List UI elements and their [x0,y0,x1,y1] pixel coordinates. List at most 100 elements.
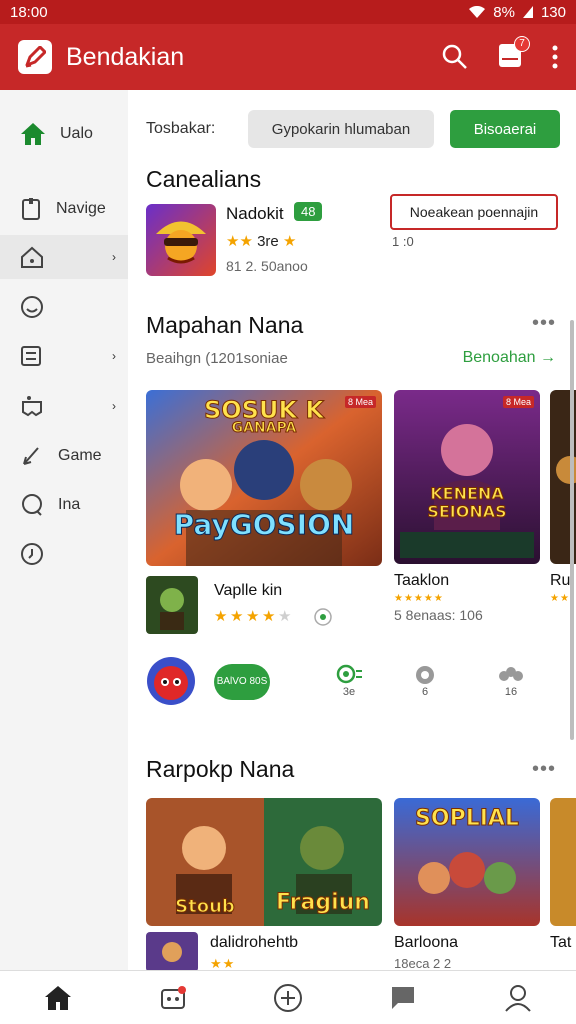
more-vert-icon[interactable] [552,45,558,69]
sidebar-item-game[interactable]: Game [0,434,128,478]
game-card[interactable]: SOPLIAL [394,798,540,926]
game-name[interactable]: dalidrohehtb [210,934,298,952]
install-pill-button[interactable]: BAlVO 80S [214,664,270,700]
game-card-partial[interactable] [550,798,576,926]
card-art-subtitle: SEIONAS [427,502,507,522]
icon-stat-label: 3e [342,686,356,698]
filter-input[interactable]: Gypokarin hlumaban [248,110,434,148]
nav-home[interactable] [28,973,88,1023]
bookmark-icon [22,198,40,220]
status-time: 18:00 [10,3,48,21]
card-art-subtitle: GANAPA [231,420,297,437]
filter-button[interactable]: Bisoaerai [450,110,560,148]
card-art-title: Stoub [175,896,236,918]
sidebar-item-label: Ina [58,496,81,513]
wifi-icon [469,6,486,18]
game-name[interactable]: Vaplle kin [214,582,282,600]
featured-rating-text: 3re [257,233,279,250]
sidebar-item-house[interactable]: › [0,235,128,279]
card-art-title: SOPLIAL [415,806,520,832]
gamepad-icon [22,396,42,417]
main-content: Tosbakar: Gypokarin hlumaban Bisoaerai C… [128,90,576,970]
featured-rating: ★★ 3re ★ [226,232,296,250]
game-meta: 18eca 2 2 [394,956,452,970]
game-card[interactable]: Stoub Fragiun [146,798,382,926]
sidebar-item-gamepad[interactable]: › [0,384,128,428]
card-corner-label: 8 Mea [344,396,376,408]
smile-icon [21,296,43,318]
sidebar-item-label: Navige [56,200,106,217]
more-horiz-icon[interactable]: ••• [532,758,556,781]
more-horiz-icon[interactable]: ••• [532,312,556,335]
app-bar: Bendakian 7 [0,24,576,90]
nav-chat[interactable] [373,973,433,1023]
see-all-label: Benoahan [462,349,536,366]
game-card[interactable]: SOSUK K GANAPA PayGOSION 8 Mea [146,390,382,566]
sidebar: Ualo Navige › › › Game Ina [0,90,128,970]
star-icon: ★ [282,233,297,250]
pen-icon [23,447,39,465]
filter-row: Tosbakar: Gypokarin hlumaban Bisoaerai [146,110,560,148]
game-card[interactable]: KENENA SEIONAS 8 Mea [394,390,540,564]
star-icon: ★ [246,608,259,624]
section-subtitle: Beaihgn (1201soniae [146,350,288,367]
featured-game-tag: 48 [294,202,323,221]
star-rating: ★★★★★ [214,608,291,624]
star-icon: ★ [278,608,291,624]
chevron-right-icon: › [112,399,116,413]
settings-icon[interactable] [414,664,436,686]
sidebar-item-label: Ualo [60,125,93,142]
battery-text: 8% [493,3,515,21]
featured-game-name[interactable]: Nadokit [226,204,284,224]
game-thumbnail[interactable] [146,932,198,970]
section-title: Rarpokp Nana [146,756,295,782]
nav-profile[interactable] [488,973,548,1023]
card-art-title: KENENA [430,484,504,504]
house-outline-icon [21,246,43,268]
game-name[interactable]: Barloona [394,934,458,952]
app-logo-icon[interactable] [18,40,52,74]
sidebar-item-home[interactable]: Ualo [0,112,128,156]
arrow-right-icon: → [540,349,556,366]
card-corner-label: 8 Mea [502,396,534,408]
notifications-button[interactable]: 7 [498,35,530,73]
nav-add[interactable] [258,973,318,1023]
star-rating: ★★ [210,956,236,970]
featured-game-thumbnail[interactable] [146,204,216,276]
info-circle-icon[interactable] [314,608,332,626]
icon-stat-label: 16 [504,686,518,698]
sidebar-item-smile[interactable] [0,285,128,329]
notification-badge: 7 [514,35,530,52]
avatar[interactable] [146,656,196,706]
game-name[interactable]: Taaklon [394,572,449,590]
sidebar-item-navige[interactable]: Navige [0,187,128,231]
bottom-nav [0,970,576,1024]
status-right-text: 130 [540,3,566,21]
see-all-link[interactable]: Benoahan → [463,349,556,367]
list-icon [21,346,41,366]
featured-action-button[interactable]: Noeakean poennajin [390,194,558,230]
group-icon[interactable] [498,666,524,682]
sidebar-item-ina[interactable]: Ina [0,483,128,527]
game-thumbnail[interactable] [146,576,198,634]
scrollbar[interactable] [570,320,574,740]
game-name-partial[interactable]: Tat [550,934,571,952]
game-meta: 5 8enaas: 106 [394,607,483,623]
filter-label: Tosbakar: [146,120,216,137]
section-title: Mapahan Nana [146,312,304,338]
sidebar-item-support[interactable] [0,532,128,576]
sidebar-item-list[interactable]: › [0,334,128,378]
card-art-title: PayGOSION [173,508,355,542]
status-bar: 18:00 8% 130 [0,0,576,24]
star-icon: ★ [214,608,227,624]
app-title: Bendakian [66,42,185,71]
star-icon: ★ [230,608,243,624]
nav-games[interactable] [143,973,203,1023]
star-rating: ★★★★★ [394,593,444,604]
star-icon: ★★ [226,233,253,250]
chevron-right-icon: › [112,349,116,363]
home-icon [44,985,71,1010]
search-icon[interactable] [442,44,468,70]
game-name-partial[interactable]: Ru [550,572,570,590]
target-icon[interactable] [336,664,364,684]
